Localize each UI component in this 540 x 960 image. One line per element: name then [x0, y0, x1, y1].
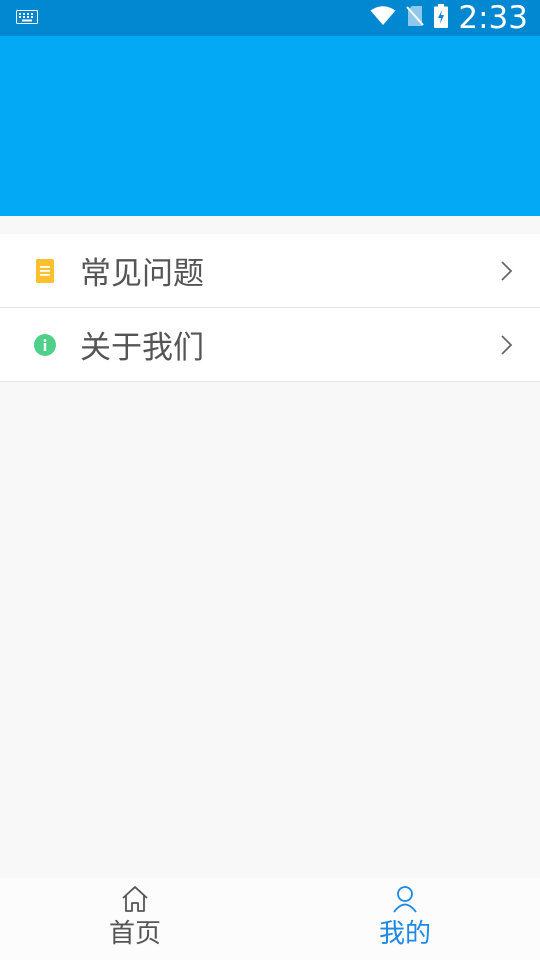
- chevron-right-icon: [500, 334, 514, 356]
- menu-item-label: 常见问题: [80, 256, 204, 292]
- bottom-nav: 首页 我的: [0, 878, 540, 960]
- header-banner: [0, 36, 540, 216]
- menu-item-about[interactable]: 关于我们: [0, 308, 540, 382]
- home-icon: [120, 884, 150, 914]
- keyboard-icon: [16, 9, 38, 28]
- tab-home[interactable]: 首页: [0, 878, 270, 960]
- user-icon: [390, 884, 420, 914]
- tab-mine[interactable]: 我的: [270, 878, 540, 960]
- status-bar: 2:33: [0, 0, 540, 36]
- status-time: 2:33: [458, 0, 528, 36]
- info-icon: [34, 333, 56, 357]
- tab-mine-label: 我的: [378, 919, 431, 949]
- menu-list: 常见问题 关于我们: [0, 234, 540, 382]
- tab-home-label: 首页: [108, 919, 161, 949]
- wifi-icon: [370, 6, 396, 30]
- no-sim-icon: [406, 5, 425, 31]
- document-icon: [34, 258, 56, 283]
- chevron-right-icon: [500, 260, 514, 282]
- menu-item-faq[interactable]: 常见问题: [0, 234, 540, 308]
- menu-item-label: 关于我们: [80, 330, 204, 366]
- battery-charging-icon: [434, 4, 449, 32]
